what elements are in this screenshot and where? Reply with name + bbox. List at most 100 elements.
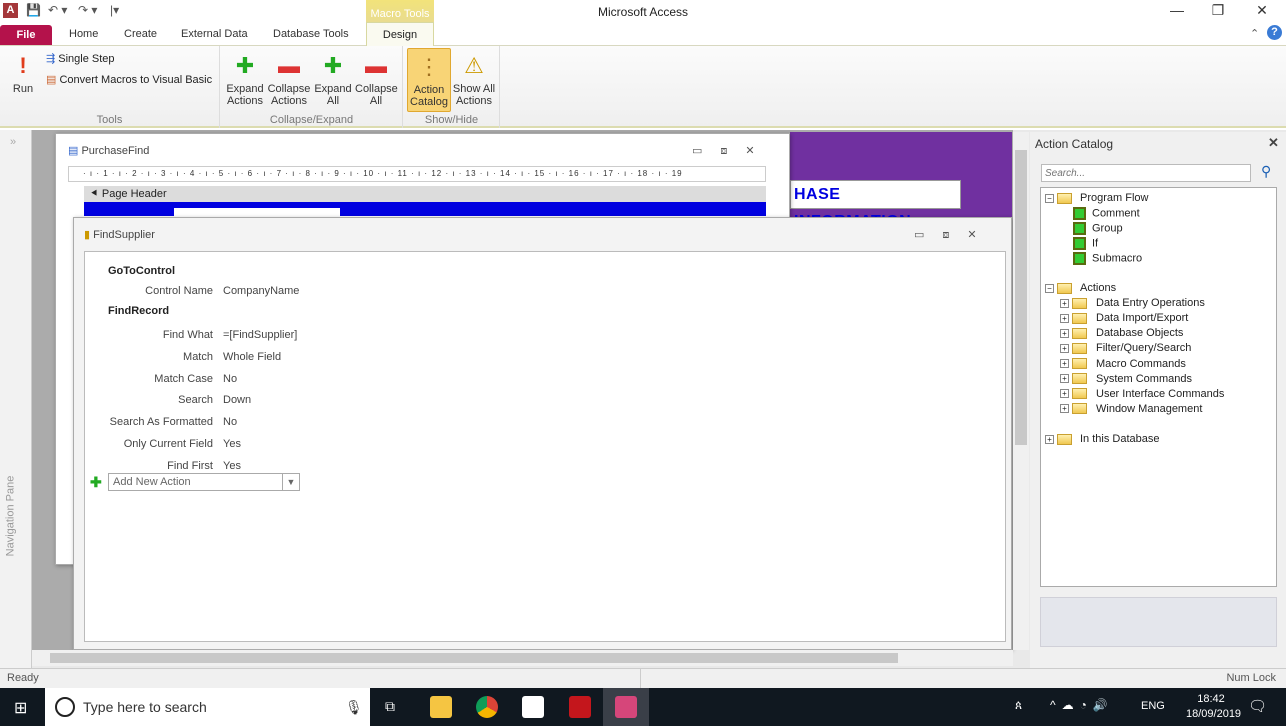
arg-value[interactable]: Yes xyxy=(223,438,241,450)
chevron-down-icon[interactable]: ▼ xyxy=(282,474,299,490)
tab-home[interactable]: Home xyxy=(69,28,98,40)
single-step-icon: ⇶ xyxy=(46,53,56,65)
file-explorer-icon[interactable] xyxy=(430,696,452,718)
nav-pane-toggle[interactable]: » xyxy=(10,136,16,148)
expand-icon[interactable]: + xyxy=(1060,298,1069,308)
tree-node-category[interactable]: + Data Import/Export xyxy=(1060,312,1188,324)
tree-node-category[interactable]: + Macro Commands xyxy=(1060,358,1186,370)
expand-actions-button[interactable]: ✚ Expand Actions xyxy=(225,52,265,107)
tab-design[interactable]: Design xyxy=(366,22,434,47)
windows-start-icon[interactable]: ⊞ xyxy=(14,698,27,718)
add-new-action-dropdown[interactable]: Add New Action ▼ xyxy=(108,473,300,491)
help-icon[interactable]: ? xyxy=(1267,25,1282,40)
tree-node-category[interactable]: + Database Objects xyxy=(1060,327,1183,339)
tree-node-category[interactable]: + Data Entry Operations xyxy=(1060,297,1205,309)
tree-item[interactable]: If xyxy=(1073,237,1098,250)
page-header-section[interactable]: ⯇ Page Header xyxy=(84,186,766,202)
tab-file[interactable]: File xyxy=(0,25,52,45)
navigation-pane[interactable]: » Navigation Pane xyxy=(0,130,32,668)
restore-button[interactable]: ❐ xyxy=(1198,2,1238,19)
tab-database-tools[interactable]: Database Tools xyxy=(273,28,349,40)
collapse-actions-button[interactable]: ▬ Collapse Actions xyxy=(267,52,311,107)
show-all-actions-button[interactable]: ⚠ Show All Actions xyxy=(452,52,496,107)
task-view-icon[interactable]: ⧉ xyxy=(385,698,395,715)
search-icon[interactable]: ⚲ xyxy=(1261,163,1271,180)
scroll-thumb[interactable] xyxy=(50,653,898,663)
label: Show All xyxy=(452,83,496,95)
single-step-label: Single Step xyxy=(58,53,115,65)
window-controls[interactable]: ▭⧈✕ xyxy=(692,144,773,158)
catalog-search-input[interactable] xyxy=(1041,164,1251,182)
arg-value[interactable]: No xyxy=(223,416,237,428)
mail-icon[interactable] xyxy=(522,696,544,718)
clock[interactable]: 18:42 18/09/2019 xyxy=(1186,692,1242,722)
single-step-button[interactable]: ⇶ Single Step xyxy=(46,52,115,65)
arg-value[interactable]: =[FindSupplier] xyxy=(223,329,297,341)
tab-external-data[interactable]: External Data xyxy=(181,28,248,40)
language-indicator[interactable]: ENG xyxy=(1141,700,1165,712)
tree-node-category[interactable]: + System Commands xyxy=(1060,373,1192,385)
collapse-all-button[interactable]: ▬ Collapse All xyxy=(355,52,398,107)
convert-macros-button[interactable]: ▤ Convert Macros to Visual Basic xyxy=(46,73,212,86)
expand-icon[interactable]: + xyxy=(1060,374,1069,384)
expand-icon[interactable]: + xyxy=(1045,434,1054,444)
node-label: Macro Commands xyxy=(1096,357,1186,370)
show-hide-group-label: Show/Hide xyxy=(424,114,479,126)
arg-value[interactable]: CompanyName xyxy=(223,285,299,297)
tree-node-category[interactable]: + Window Management xyxy=(1060,403,1202,415)
scroll-thumb[interactable] xyxy=(1015,150,1027,445)
run-button[interactable]: ! Run xyxy=(8,52,38,95)
tree-item[interactable]: Group xyxy=(1073,222,1123,235)
item-label: Comment xyxy=(1092,207,1140,220)
arg-value[interactable]: Yes xyxy=(223,460,241,472)
action-catalog-button[interactable]: ⋮ Action Catalog xyxy=(407,48,451,112)
close-catalog-icon[interactable]: ✕ xyxy=(1268,135,1279,151)
tree-item[interactable]: Submacro xyxy=(1073,252,1142,265)
expand-icon[interactable]: + xyxy=(1060,404,1069,414)
arg-value[interactable]: Whole Field xyxy=(223,351,281,363)
tab-create[interactable]: Create xyxy=(124,28,157,40)
close-button[interactable]: ✕ xyxy=(1242,2,1282,19)
action-catalog-tree[interactable]: − Program Flow Comment Group If Submacro − Acti… xyxy=(1040,187,1277,587)
vertical-scrollbar[interactable] xyxy=(1013,132,1029,650)
action-gotocontrol[interactable]: GoToControl xyxy=(108,265,175,277)
tree-node-category[interactable]: + User Interface Commands xyxy=(1060,388,1224,400)
expand-icon[interactable]: + xyxy=(1060,313,1069,323)
chrome-icon[interactable] xyxy=(476,696,498,718)
folder-icon xyxy=(1072,297,1087,309)
acrobat-icon[interactable] xyxy=(569,696,591,718)
arg-label: Search As Formatted xyxy=(109,416,213,429)
collapse-ribbon-icon[interactable]: ⌃ xyxy=(1250,27,1259,40)
tree-node-actions[interactable]: − Actions xyxy=(1045,282,1116,294)
expand-all-button[interactable]: ✚ Expand All xyxy=(313,52,353,107)
tree-item[interactable]: Comment xyxy=(1073,207,1140,220)
microphone-icon[interactable]: 🎙 xyxy=(345,688,363,726)
expand-icon[interactable]: + xyxy=(1060,389,1069,399)
people-icon[interactable]: ጰ xyxy=(1015,698,1022,713)
action-findrecord[interactable]: FindRecord xyxy=(108,305,169,317)
folder-icon xyxy=(1057,433,1072,445)
expand-icon[interactable]: + xyxy=(1060,359,1069,369)
arg-value[interactable]: Down xyxy=(223,394,251,406)
system-tray-icons[interactable]: ^☁◔🔊 xyxy=(1050,698,1114,712)
collapse-icon[interactable]: − xyxy=(1045,283,1054,293)
access-taskbar-button[interactable] xyxy=(603,688,649,726)
date: 18/09/2019 xyxy=(1186,708,1242,720)
tree-node-category[interactable]: + Filter/Query/Search xyxy=(1060,342,1191,354)
collapse-icon[interactable]: − xyxy=(1045,193,1054,203)
collapse-expand-group-label: Collapse/Expand xyxy=(269,114,354,126)
expand-icon[interactable]: + xyxy=(1060,328,1069,338)
expand-icon[interactable]: + xyxy=(1060,343,1069,353)
arg-value[interactable]: No xyxy=(223,373,237,385)
macro-designer[interactable]: GoToControl Control Name CompanyName Fin… xyxy=(84,251,1006,642)
window-controls[interactable]: ▭⧈✕ xyxy=(914,228,995,242)
taskbar-search-box[interactable]: Type here to search 🎙 xyxy=(45,688,370,726)
label: Expand xyxy=(314,83,352,95)
minimize-button[interactable]: — xyxy=(1157,2,1197,18)
time: 18:42 xyxy=(1197,693,1225,705)
tree-node-in-this-database[interactable]: + In this Database xyxy=(1045,433,1160,445)
notifications-icon[interactable]: 🗨 xyxy=(1248,697,1267,715)
tree-node-program-flow[interactable]: − Program Flow xyxy=(1045,192,1148,204)
horizontal-scrollbar[interactable] xyxy=(32,650,1013,666)
header-textbox[interactable] xyxy=(174,208,340,216)
